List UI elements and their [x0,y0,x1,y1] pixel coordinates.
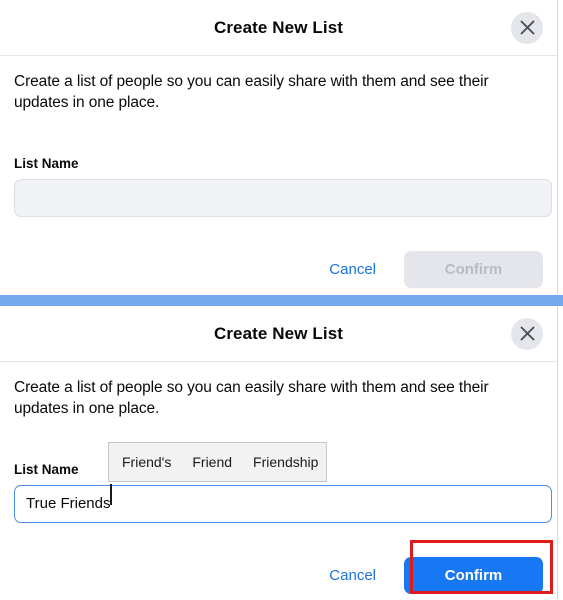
dialog-description: Create a list of people so you can easil… [14,379,489,417]
close-button[interactable] [511,11,543,44]
confirm-button[interactable]: Confirm [404,557,543,595]
list-name-input[interactable] [14,484,552,523]
cancel-button[interactable]: Cancel [319,255,386,284]
list-name-label: List Name [14,155,79,171]
autocomplete-suggestions: Friend's Friend Friendship [108,442,327,482]
suggestion-item[interactable]: Friend's [122,454,171,470]
close-button[interactable] [511,317,543,350]
close-icon [519,325,536,342]
dialog-actions: Cancel Confirm [0,243,557,297]
suggestion-item[interactable]: Friendship [253,454,318,470]
close-icon [519,19,536,36]
cancel-button[interactable]: Cancel [319,561,386,590]
dialog-body: Create a list of people so you can easil… [0,56,557,217]
dialog-header: Create New List [0,0,557,56]
dialog-header: Create New List [0,306,557,362]
screenshot-root: Create New List Create a list of people … [0,0,563,600]
dialog-actions: Cancel Confirm [0,549,557,600]
separator-band [0,295,563,306]
page-title: Create New List [213,17,344,37]
dialog-description: Create a list of people so you can easil… [14,73,489,111]
list-name-input[interactable] [14,178,552,217]
confirm-button: Confirm [404,251,543,289]
text-caret [110,484,112,505]
create-new-list-dialog-empty: Create New List Create a list of people … [0,0,558,294]
suggestion-item[interactable]: Friend [192,454,232,470]
page-title: Create New List [213,323,344,343]
